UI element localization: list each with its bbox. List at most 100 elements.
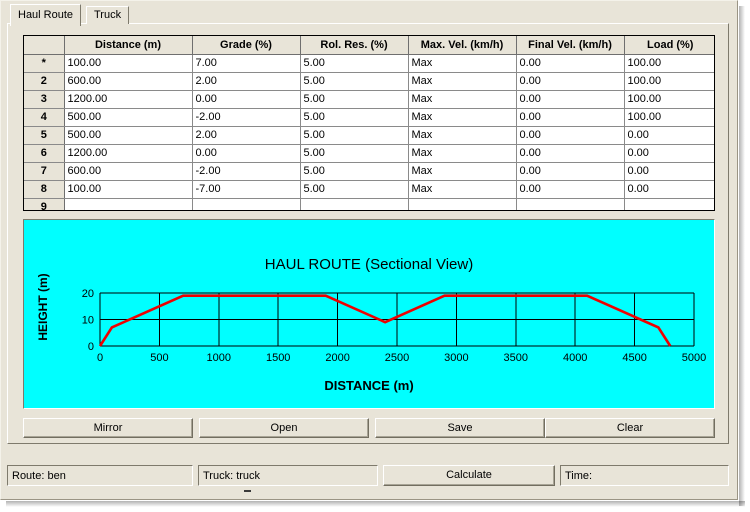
row-number[interactable]: 6: [24, 144, 65, 163]
cell-rol-res[interactable]: 5.00: [300, 54, 409, 73]
col-header-rownum[interactable]: [24, 36, 65, 55]
cell-final-vel[interactable]: 0.00: [516, 90, 625, 109]
cell-grade[interactable]: [192, 198, 301, 210]
cell-load[interactable]: 100.00: [624, 72, 714, 91]
row-number[interactable]: 2: [24, 72, 65, 91]
tab-panel-haul-route: Distance (m) Grade (%) Rol. Res. (%) Max…: [7, 23, 729, 444]
table-row[interactable]: * 100.00 7.00 5.00 Max 0.00 100.00: [24, 54, 714, 73]
time-status-field: Time:: [560, 465, 729, 486]
table-row[interactable]: 5 500.00 2.00 5.00 Max 0.00 0.00: [24, 126, 714, 145]
haul-route-grid[interactable]: Distance (m) Grade (%) Rol. Res. (%) Max…: [23, 35, 715, 211]
table-row[interactable]: 9: [24, 198, 714, 210]
save-button[interactable]: Save: [375, 418, 545, 438]
cell-load[interactable]: [624, 198, 714, 210]
tab-truck[interactable]: Truck: [86, 6, 130, 24]
cell-grade[interactable]: 0.00: [192, 144, 301, 163]
row-number[interactable]: 8: [24, 180, 65, 199]
table-body: * 100.00 7.00 5.00 Max 0.00 100.00 2 600…: [24, 54, 714, 210]
cell-grade[interactable]: -2.00: [192, 108, 301, 127]
cell-final-vel[interactable]: 0.00: [516, 54, 625, 73]
row-number[interactable]: 9: [24, 198, 65, 210]
cell-grade[interactable]: 2.00: [192, 72, 301, 91]
cell-distance[interactable]: [64, 198, 193, 210]
cell-load[interactable]: 0.00: [624, 162, 714, 181]
cell-grade[interactable]: 0.00: [192, 90, 301, 109]
cell-rol-res[interactable]: 5.00: [300, 72, 409, 91]
cell-final-vel[interactable]: 0.00: [516, 72, 625, 91]
haul-route-chart: HAUL ROUTE (Sectional View) 0 10 20 0 500 100…: [23, 219, 715, 409]
cell-max-vel[interactable]: Max: [408, 108, 517, 127]
svg-text:3000: 3000: [444, 352, 468, 364]
cell-rol-res[interactable]: [300, 198, 409, 210]
cell-distance[interactable]: 500.00: [64, 126, 193, 145]
cell-grade[interactable]: 7.00: [192, 54, 301, 73]
window-shadow-bottom: [6, 501, 745, 507]
cell-max-vel[interactable]: Max: [408, 72, 517, 91]
cell-distance[interactable]: 1200.00: [64, 144, 193, 163]
calculate-button[interactable]: Calculate: [383, 465, 555, 486]
row-number[interactable]: *: [24, 54, 65, 73]
row-number[interactable]: 5: [24, 126, 65, 145]
cell-max-vel[interactable]: Max: [408, 162, 517, 181]
mirror-button[interactable]: Mirror: [23, 418, 193, 438]
svg-text:4500: 4500: [622, 352, 646, 364]
cell-final-vel[interactable]: 0.00: [516, 108, 625, 127]
tab-haul-route[interactable]: Haul Route: [10, 4, 82, 26]
cell-load[interactable]: 0.00: [624, 144, 714, 163]
cell-final-vel[interactable]: 0.00: [516, 126, 625, 145]
row-number[interactable]: 7: [24, 162, 65, 181]
col-header-rol-res[interactable]: Rol. Res. (%): [300, 36, 409, 55]
cell-distance[interactable]: 600.00: [64, 162, 193, 181]
cell-max-vel[interactable]: Max: [408, 144, 517, 163]
svg-text:0: 0: [88, 341, 94, 353]
cell-rol-res[interactable]: 5.00: [300, 90, 409, 109]
table-row[interactable]: 7 600.00 -2.00 5.00 Max 0.00 0.00: [24, 162, 714, 181]
col-header-final-vel[interactable]: Final Vel. (km/h): [516, 36, 625, 55]
cell-rol-res[interactable]: 5.00: [300, 108, 409, 127]
table-row[interactable]: 8 100.00 -7.00 5.00 Max 0.00 0.00: [24, 180, 714, 199]
cell-distance[interactable]: 1200.00: [64, 90, 193, 109]
cell-max-vel[interactable]: Max: [408, 126, 517, 145]
cell-max-vel[interactable]: [408, 198, 517, 210]
cell-load[interactable]: 0.00: [624, 180, 714, 199]
cell-distance[interactable]: 100.00: [64, 180, 193, 199]
col-header-grade[interactable]: Grade (%): [192, 36, 301, 55]
row-number[interactable]: 3: [24, 90, 65, 109]
col-header-distance[interactable]: Distance (m): [64, 36, 193, 55]
cell-distance[interactable]: 600.00: [64, 72, 193, 91]
cell-grade[interactable]: 2.00: [192, 126, 301, 145]
col-header-max-vel[interactable]: Max. Vel. (km/h): [408, 36, 517, 55]
cell-max-vel[interactable]: Max: [408, 180, 517, 199]
table-row[interactable]: 4 500.00 -2.00 5.00 Max 0.00 100.00: [24, 108, 714, 127]
cell-max-vel[interactable]: Max: [408, 54, 517, 73]
cell-final-vel[interactable]: 0.00: [516, 162, 625, 181]
cell-distance[interactable]: 500.00: [64, 108, 193, 127]
cell-grade[interactable]: -7.00: [192, 180, 301, 199]
cell-load[interactable]: 100.00: [624, 54, 714, 73]
cell-rol-res[interactable]: 5.00: [300, 126, 409, 145]
cell-load[interactable]: 0.00: [624, 126, 714, 145]
svg-text:3500: 3500: [504, 352, 528, 364]
cell-final-vel[interactable]: 0.00: [516, 144, 625, 163]
cell-final-vel[interactable]: [516, 198, 625, 210]
cell-rol-res[interactable]: 5.00: [300, 162, 409, 181]
route-status-field: Route: ben: [7, 465, 193, 486]
table-row[interactable]: 3 1200.00 0.00 5.00 Max 0.00 100.00: [24, 90, 714, 109]
clear-button[interactable]: Clear: [545, 418, 715, 438]
cell-load[interactable]: 100.00: [624, 108, 714, 127]
col-header-load[interactable]: Load (%): [624, 36, 714, 55]
cell-final-vel[interactable]: 0.00: [516, 180, 625, 199]
table-row[interactable]: 2 600.00 2.00 5.00 Max 0.00 100.00: [24, 72, 714, 91]
window-shadow-right: [739, 6, 745, 506]
cell-load[interactable]: 100.00: [624, 90, 714, 109]
cell-max-vel[interactable]: Max: [408, 90, 517, 109]
table-row[interactable]: 6 1200.00 0.00 5.00 Max 0.00 0.00: [24, 144, 714, 163]
svg-text:10: 10: [82, 315, 94, 327]
cell-rol-res[interactable]: 5.00: [300, 180, 409, 199]
cell-distance[interactable]: 100.00: [64, 54, 193, 73]
row-number[interactable]: 4: [24, 108, 65, 127]
cell-rol-res[interactable]: 5.00: [300, 144, 409, 163]
open-button[interactable]: Open: [199, 418, 369, 438]
chart-y-axis-label: HEIGHT (m): [36, 273, 50, 341]
cell-grade[interactable]: -2.00: [192, 162, 301, 181]
